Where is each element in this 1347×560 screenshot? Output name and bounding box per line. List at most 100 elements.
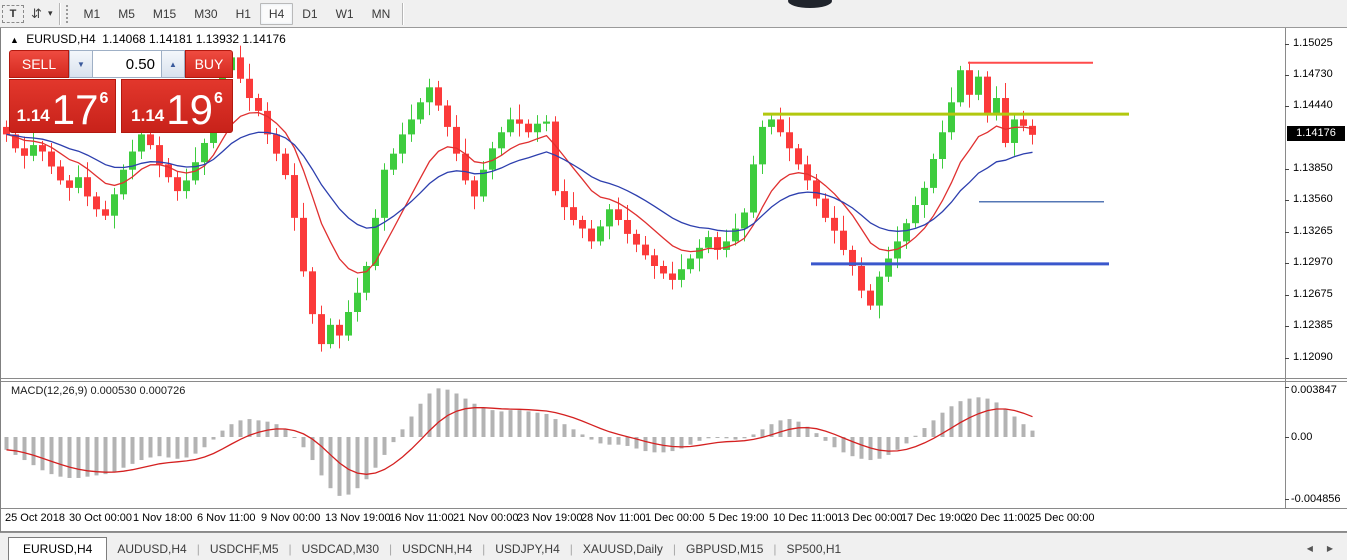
- macd-signal-value: 0.000726: [139, 385, 186, 397]
- chart-tab-sp500-h1[interactable]: SP500,H1: [777, 538, 852, 560]
- tab-scroll-controls: ◀ ▶: [1307, 544, 1347, 560]
- timeframe-button-mn[interactable]: MN: [363, 3, 400, 25]
- time-axis-label: 13 Nov 19:00: [325, 512, 391, 524]
- arrange-arrows-icon[interactable]: ⇵: [26, 4, 46, 24]
- chevron-down-icon[interactable]: ▾: [48, 8, 53, 19]
- sell-button[interactable]: SELL: [9, 50, 69, 78]
- macd-tick: [1285, 437, 1289, 438]
- macd-tick: [1285, 387, 1289, 388]
- price-tick: [1285, 106, 1289, 107]
- macd-indicator-label: MACD(12,26,9) 0.000530 0.000726: [11, 385, 185, 397]
- timeframe-button-m15[interactable]: M15: [144, 3, 185, 25]
- chart-tab-xauusd-daily[interactable]: XAUUSD,Daily: [573, 538, 673, 560]
- time-axis-label: 25 Dec 00:00: [1029, 512, 1095, 524]
- macd-axis-label: 0.00: [1291, 431, 1313, 443]
- chart-tab-eurusd-h4[interactable]: EURUSD,H4: [8, 537, 108, 560]
- volume-increase-button[interactable]: ▲: [161, 50, 185, 78]
- buy-price-display[interactable]: 1.14 19 6: [121, 79, 233, 133]
- timeframe-button-m30[interactable]: M30: [185, 3, 226, 25]
- chart-tab-usdchf-m5[interactable]: USDCHF,M5: [200, 538, 289, 560]
- current-price-badge: 1.14176: [1287, 126, 1345, 141]
- chart-symbol-label: EURUSD,H4: [26, 32, 96, 46]
- time-axis-label: 1 Dec 00:00: [645, 512, 705, 524]
- price-tick: [1285, 358, 1289, 359]
- macd-name: MACD(12,26,9): [11, 385, 88, 397]
- chart-tab-audusd-h4[interactable]: AUDUSD,H4: [107, 538, 196, 560]
- macd-indicator-canvas[interactable]: [1, 382, 1285, 508]
- price-axis-label: 1.14440: [1293, 99, 1333, 111]
- chart-window: ▲ EURUSD,H4 1.14068 1.14181 1.13932 1.14…: [0, 28, 1347, 532]
- price-axis-label: 1.12675: [1293, 288, 1333, 300]
- price-tick: [1285, 200, 1289, 201]
- time-axis-label: 25 Oct 2018: [5, 512, 65, 524]
- time-axis-label: 28 Nov 11:00: [581, 512, 646, 524]
- sell-price-prefix: 1.14: [16, 106, 50, 125]
- price-tick: [1285, 44, 1289, 45]
- price-axis-label: 1.12970: [1293, 256, 1333, 268]
- symbol-triangle-icon: ▲: [10, 35, 19, 45]
- macd-axis-label: 0.003847: [1291, 384, 1337, 396]
- buy-price-pip: 6: [213, 90, 223, 107]
- time-axis-label: 23 Nov 19:00: [517, 512, 583, 524]
- time-axis-label: 21 Nov 00:00: [453, 512, 519, 524]
- price-tick: [1285, 326, 1289, 327]
- sell-price-main: 17: [51, 86, 99, 133]
- buy-button[interactable]: BUY: [185, 50, 233, 78]
- chart-tab-usdcnh-h4[interactable]: USDCNH,H4: [392, 538, 482, 560]
- time-axis-label: 5 Dec 19:00: [709, 512, 769, 524]
- chart-tab-usdcad-m30[interactable]: USDCAD,M30: [292, 538, 389, 560]
- time-axis-label: 9 Nov 00:00: [261, 512, 321, 524]
- buy-price-prefix: 1.14: [131, 106, 165, 125]
- macd-tick: [1285, 499, 1289, 500]
- tab-scroll-left-icon[interactable]: ◀: [1307, 544, 1313, 553]
- toolbar-grip-handle[interactable]: [65, 4, 71, 23]
- chart-ohlc-header: ▲ EURUSD,H4 1.14068 1.14181 1.13932 1.14…: [10, 32, 286, 46]
- timeframe-button-d1[interactable]: D1: [293, 3, 326, 25]
- price-axis-label: 1.12385: [1293, 319, 1333, 331]
- timeframe-button-m1[interactable]: M1: [75, 3, 110, 25]
- time-axis-label: 6 Nov 11:00: [197, 512, 256, 524]
- volume-input[interactable]: [93, 50, 161, 78]
- time-axis-label: 16 Nov 11:00: [389, 512, 454, 524]
- top-toolbar: T ⇵ ▾ M1 M5 M15 M30 H1 H4 D1 W1 MN: [0, 0, 1347, 28]
- price-axis-label: 1.13850: [1293, 162, 1333, 174]
- time-axis-label: 1 Nov 18:00: [133, 512, 193, 524]
- time-axis-label: 30 Oct 00:00: [69, 512, 132, 524]
- timeframe-button-w1[interactable]: W1: [327, 3, 363, 25]
- price-axis-label: 1.15025: [1293, 37, 1333, 49]
- price-tick: [1285, 263, 1289, 264]
- price-tick: [1285, 295, 1289, 296]
- time-axis-label: 13 Dec 00:00: [837, 512, 903, 524]
- price-tick: [1285, 169, 1289, 170]
- volume-decrease-button[interactable]: ▼: [69, 50, 93, 78]
- chart-ohlc-values: 1.14068 1.14181 1.13932 1.14176: [102, 32, 286, 46]
- timeframe-button-group: M1 M5 M15 M30 H1 H4 D1 W1 MN: [75, 2, 400, 25]
- toolbar-separator: [58, 2, 61, 25]
- chart-tab-usdjpy-h4[interactable]: USDJPY,H4: [485, 538, 569, 560]
- price-axis-label: 1.12090: [1293, 351, 1333, 363]
- buy-price-main: 19: [166, 86, 213, 133]
- price-axis-label: 1.13560: [1293, 193, 1333, 205]
- one-click-trading-panel: SELL ▼ ▲ BUY 1.14 17 6 1.14 19 6: [9, 50, 233, 133]
- price-tick: [1285, 75, 1289, 76]
- price-axis-label: 1.13265: [1293, 225, 1333, 237]
- macd-axis-label: -0.004856: [1291, 493, 1341, 505]
- chart-tab-bar: EURUSD,H4 AUDUSD,H4 | USDCHF,M5 | USDCAD,M30 |…: [0, 532, 1347, 560]
- time-axis-label: 10 Dec 11:00: [773, 512, 838, 524]
- chart-tabs: EURUSD,H4 AUDUSD,H4 | USDCHF,M5 | USDCAD,M30 |…: [0, 536, 851, 560]
- toolbar-separator: [402, 2, 405, 25]
- time-axis-label: 20 Dec 11:00: [965, 512, 1030, 524]
- macd-main-value: 0.000530: [90, 385, 137, 397]
- time-axis-separator: [1, 508, 1347, 509]
- timeframe-button-h1[interactable]: H1: [227, 3, 260, 25]
- price-axis-label: 1.14730: [1293, 68, 1333, 80]
- price-tick: [1285, 232, 1289, 233]
- timeframe-button-m5[interactable]: M5: [109, 3, 144, 25]
- timeframe-button-h4[interactable]: H4: [259, 2, 294, 25]
- tab-scroll-right-icon[interactable]: ▶: [1327, 544, 1333, 553]
- time-axis-label: 17 Dec 19:00: [901, 512, 967, 524]
- sell-price-display[interactable]: 1.14 17 6: [9, 79, 116, 133]
- chart-tab-gbpusd-m15[interactable]: GBPUSD,M15: [676, 538, 773, 560]
- sell-price-pip: 6: [99, 90, 109, 107]
- text-label-tool-icon[interactable]: T: [2, 4, 24, 23]
